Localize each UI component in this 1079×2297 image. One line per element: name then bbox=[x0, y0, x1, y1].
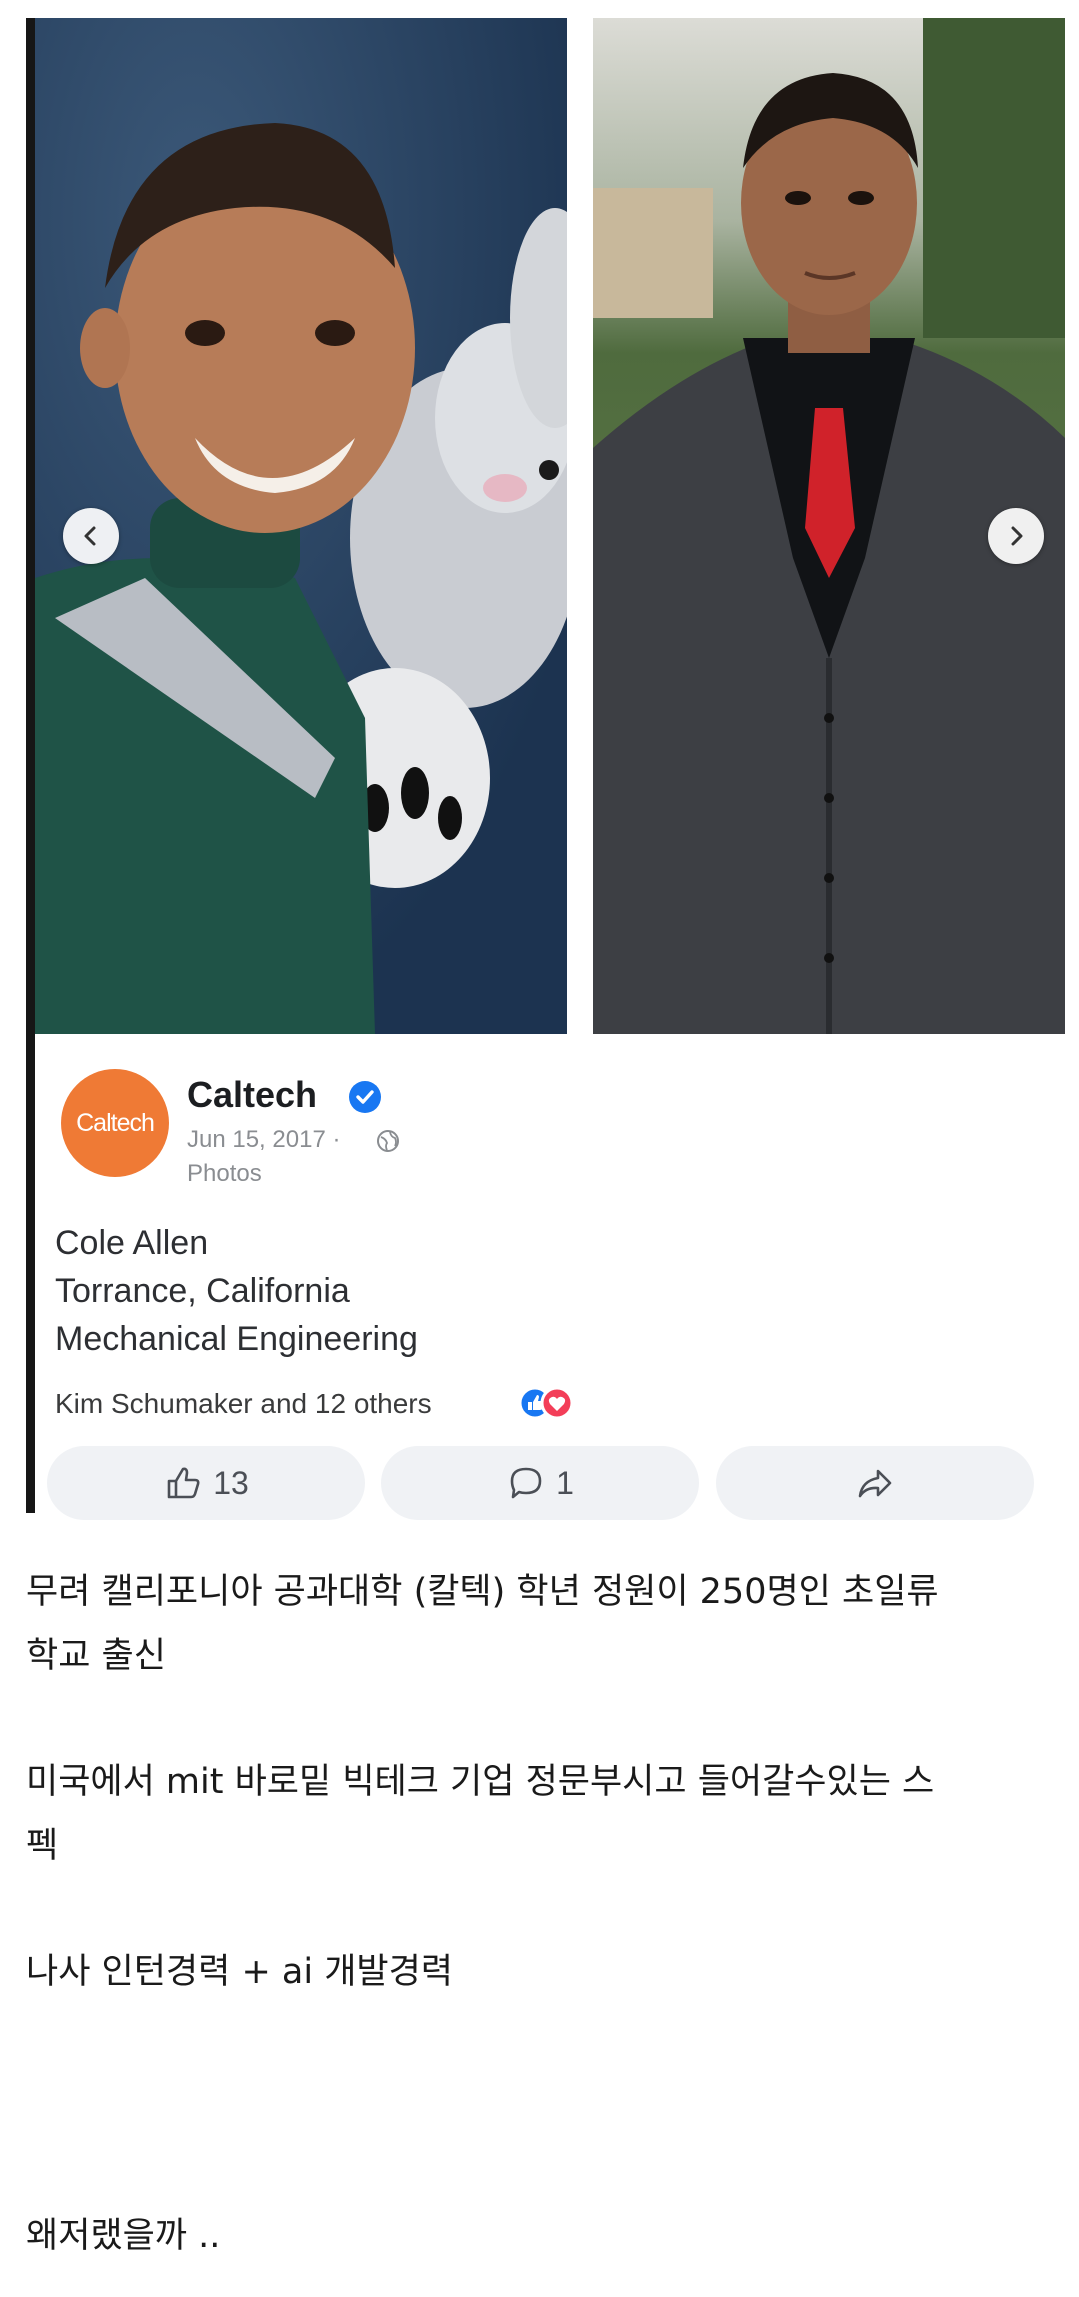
next-photo-button[interactable] bbox=[988, 508, 1044, 564]
like-count: 13 bbox=[213, 1464, 249, 1501]
embedded-post-screenshot: Caltech Caltech Jun 15, 2017 · Photos Co… bbox=[26, 18, 1065, 1520]
body-text-line: 나사 인턴경력 + ai 개발경력 bbox=[26, 1952, 454, 1992]
body-text-line: 학교 출신 bbox=[26, 1636, 166, 1676]
body-text-line: 무려 캘리포니아 공과대학 (칼텍) 학년 정원이 250명인 초일류 bbox=[26, 1572, 939, 1612]
share-arrow-icon bbox=[858, 1469, 892, 1498]
like-button[interactable]: 13 bbox=[47, 1446, 365, 1520]
share-button[interactable] bbox=[716, 1446, 1034, 1520]
reactions-summary[interactable]: Kim Schumaker and 12 others bbox=[55, 1388, 432, 1420]
previous-photo-button[interactable] bbox=[63, 508, 119, 564]
album-link[interactable]: Photos bbox=[187, 1160, 262, 1188]
chevron-left-icon bbox=[84, 526, 96, 546]
comment-button[interactable]: 1 bbox=[381, 1446, 699, 1520]
chevron-right-icon bbox=[1011, 526, 1023, 546]
caption-major: Mechanical Engineering bbox=[55, 1320, 418, 1358]
childhood-photo bbox=[35, 18, 567, 1034]
body-text-line: 미국에서 mit 바로밑 빅테크 기업 정문부시고 들어갈수있는 스 bbox=[26, 1762, 935, 1802]
caption-hometown: Torrance, California bbox=[55, 1272, 350, 1310]
avatar-logo-text: Caltech bbox=[76, 1108, 155, 1137]
body-text-line: 왜저랬을까 .. bbox=[26, 2216, 221, 2256]
caption-name: Cole Allen bbox=[55, 1224, 209, 1262]
verified-badge-icon bbox=[349, 1081, 381, 1113]
love-reaction-icon bbox=[540, 1386, 574, 1420]
comment-count: 1 bbox=[556, 1464, 574, 1501]
page-avatar[interactable]: Caltech bbox=[61, 1069, 169, 1177]
post-details: Caltech Caltech Jun 15, 2017 · Photos Co… bbox=[35, 1034, 1065, 1520]
reaction-icons[interactable] bbox=[517, 1385, 577, 1421]
globe-icon bbox=[377, 1130, 399, 1152]
adult-photo bbox=[593, 18, 1065, 1034]
thumbs-up-icon bbox=[167, 1467, 200, 1499]
body-text-line: 펙 bbox=[26, 1826, 59, 1866]
post-date[interactable]: Jun 15, 2017 · bbox=[187, 1126, 340, 1154]
comment-icon bbox=[510, 1467, 542, 1499]
page-name[interactable]: Caltech bbox=[187, 1074, 317, 1116]
